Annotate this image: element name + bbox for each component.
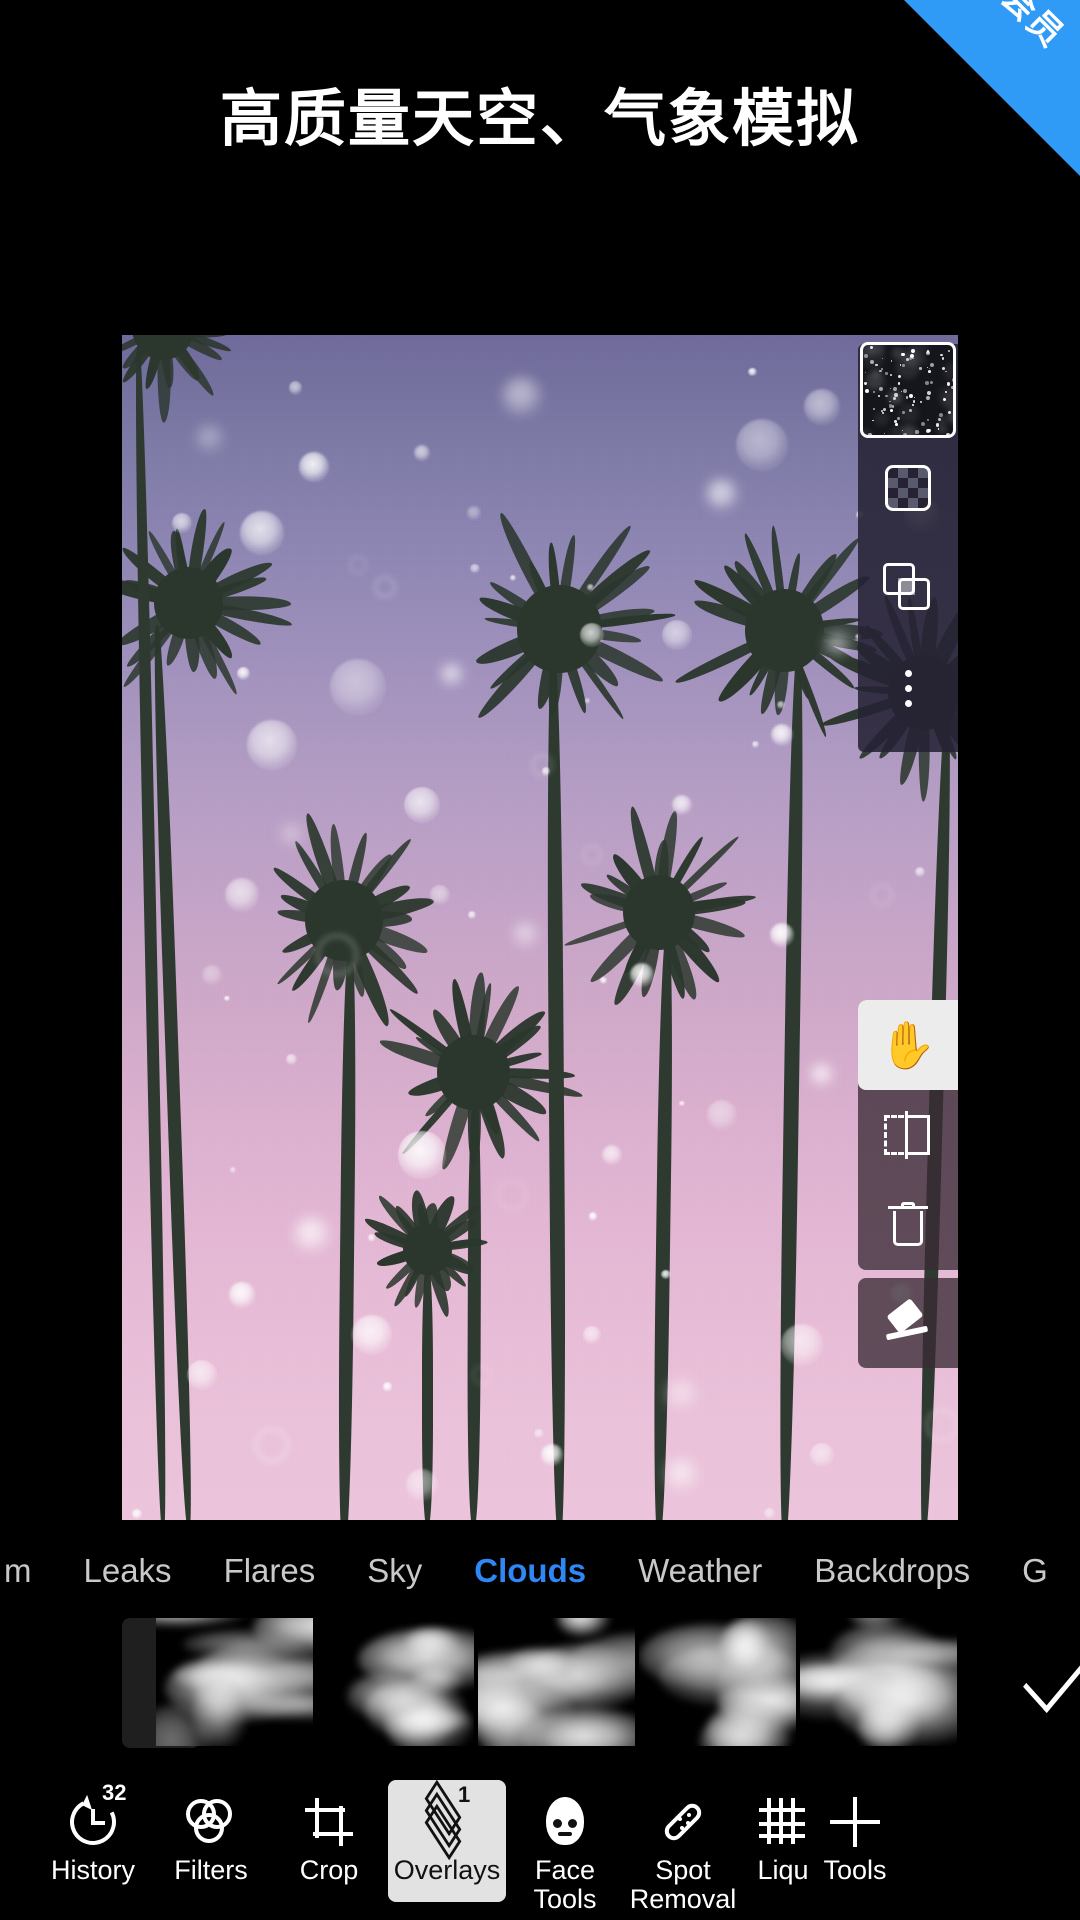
- flip-tool-button[interactable]: [858, 1090, 958, 1180]
- eraser-tool-button[interactable]: [858, 1278, 958, 1368]
- pan-tool-button[interactable]: ✋: [858, 1000, 958, 1090]
- tab-leaks[interactable]: Leaks: [58, 1552, 198, 1590]
- toolbar-overlays[interactable]: 1 Overlays: [388, 1780, 506, 1902]
- erase-tool-group: [858, 1278, 958, 1368]
- tab-g[interactable]: G: [996, 1552, 1074, 1590]
- checkerboard-icon: [885, 465, 931, 511]
- eraser-icon: [884, 1298, 932, 1343]
- crop-icon: [305, 1794, 353, 1850]
- tab-sky[interactable]: Sky: [341, 1552, 448, 1590]
- layer-blend-mode-button[interactable]: [858, 538, 958, 638]
- toolbar-label: History: [50, 1855, 135, 1885]
- face-icon: [542, 1794, 588, 1850]
- overlay-category-tabs[interactable]: m Leaks Flares Sky Clouds Weather Backdrops G: [0, 1543, 1080, 1599]
- layers-panel[interactable]: [858, 342, 958, 752]
- bandage-icon: [658, 1794, 708, 1850]
- tab-flares[interactable]: Flares: [198, 1552, 342, 1590]
- photo-editing-canvas[interactable]: [122, 335, 958, 1520]
- toolbar-filters[interactable]: Filters: [152, 1780, 270, 1885]
- overlay-thumbnail[interactable]: [639, 1618, 796, 1746]
- tab-clouds[interactable]: Clouds: [448, 1552, 612, 1590]
- hand-icon: ✋: [879, 1019, 937, 1071]
- tab-weather[interactable]: Weather: [612, 1552, 788, 1590]
- layers-icon: [421, 1780, 473, 1861]
- toolbar-label: Crop: [299, 1855, 359, 1885]
- toolbar-history[interactable]: 32 History: [34, 1780, 152, 1885]
- overlay-thumbnail[interactable]: [800, 1618, 957, 1746]
- check-icon: [1022, 1639, 1080, 1713]
- toolbar-tools[interactable]: Tools: [796, 1780, 914, 1885]
- layer-opacity-button[interactable]: [858, 438, 958, 538]
- overlay-thumbnail[interactable]: [317, 1618, 474, 1746]
- tab-m[interactable]: m: [0, 1552, 58, 1590]
- delete-layer-button[interactable]: [858, 1180, 958, 1270]
- blend-mode-icon: [883, 563, 933, 613]
- flip-horizontal-icon: [884, 1111, 932, 1159]
- more-vertical-icon: [904, 669, 912, 707]
- page-title: 高质量天空、气象模拟: [219, 85, 860, 154]
- history-icon: [64, 1793, 122, 1851]
- trash-icon: [888, 1202, 928, 1248]
- toolbar-label: Filters: [174, 1855, 248, 1885]
- bottom-toolbar[interactable]: 32 History Filters Crop 1 Overlays Face Tools Sp…: [0, 1780, 1080, 1920]
- ribbon-label: 会员: [993, 0, 1072, 56]
- overlay-thumbnail[interactable]: [478, 1618, 635, 1746]
- canvas-tool-rail[interactable]: ✋: [858, 1000, 958, 1368]
- apply-overlay-button[interactable]: [999, 1618, 1080, 1746]
- filters-icon: [186, 1794, 236, 1850]
- tab-backdrops[interactable]: Backdrops: [788, 1552, 996, 1590]
- layer-more-button[interactable]: [858, 638, 958, 738]
- toolbar-face-tools[interactable]: Face Tools: [506, 1780, 624, 1914]
- overlay-thumbnail[interactable]: [156, 1618, 313, 1746]
- transform-tool-group: ✋: [858, 1000, 958, 1270]
- plus-icon: [830, 1794, 880, 1850]
- toolbar-label: Face Tools: [533, 1855, 597, 1915]
- toolbar-crop[interactable]: Crop: [270, 1780, 388, 1885]
- overlay-thumbnail-strip[interactable]: [0, 1618, 1080, 1753]
- toolbar-label: Overlays: [393, 1855, 501, 1885]
- layer-thumbnail[interactable]: [860, 342, 956, 438]
- toolbar-label: Spot Removal: [629, 1855, 737, 1915]
- toolbar-label: Tools: [823, 1855, 887, 1885]
